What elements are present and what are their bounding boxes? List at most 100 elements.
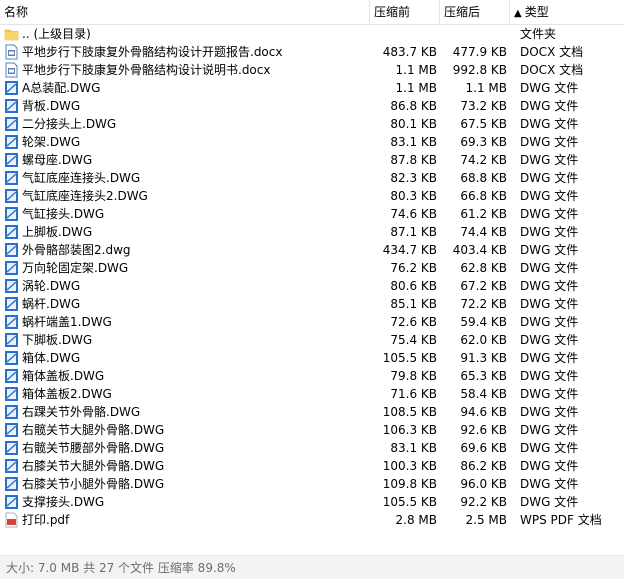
file-row[interactable]: 二分接头上.DWG 80.1 KB 67.5 KB DWG 文件 xyxy=(0,115,624,133)
file-type: DOCX 文档 xyxy=(520,63,584,77)
file-size: 74.6 KB xyxy=(390,207,437,221)
status-bar: 大小: 7.0 MB 共 27 个文件 压缩率 89.8% xyxy=(0,555,624,579)
column-header-compressed-label: 压缩后 xyxy=(444,5,481,19)
dwg-file-icon xyxy=(4,332,19,348)
file-row[interactable]: 气缸底座连接头2.DWG 80.3 KB 66.8 KB DWG 文件 xyxy=(0,187,624,205)
file-row[interactable]: 螺母座.DWG 87.8 KB 74.2 KB DWG 文件 xyxy=(0,151,624,169)
file-type: DWG 文件 xyxy=(520,117,579,131)
file-name: 背板.DWG xyxy=(22,99,81,113)
file-row[interactable]: 气缸接头.DWG 74.6 KB 61.2 KB DWG 文件 xyxy=(0,205,624,223)
file-name: 打印.pdf xyxy=(22,513,70,527)
file-compressed-size: 67.5 KB xyxy=(460,117,507,131)
file-type: DWG 文件 xyxy=(520,315,579,329)
file-type: DWG 文件 xyxy=(520,477,579,491)
dwg-file-icon xyxy=(4,314,19,330)
file-size: 87.8 KB xyxy=(390,153,437,167)
file-row[interactable]: 轮架.DWG 83.1 KB 69.3 KB DWG 文件 xyxy=(0,133,624,151)
file-row[interactable]: 箱体盖板2.DWG 71.6 KB 58.4 KB DWG 文件 xyxy=(0,385,624,403)
file-name: 右髋关节大腿外骨骼.DWG xyxy=(22,423,165,437)
file-size: 105.5 KB xyxy=(382,351,437,365)
file-row[interactable]: 背板.DWG 86.8 KB 73.2 KB DWG 文件 xyxy=(0,97,624,115)
file-size: 72.6 KB xyxy=(390,315,437,329)
dwg-file-icon xyxy=(4,206,19,222)
file-compressed-size: 59.4 KB xyxy=(460,315,507,329)
file-name: 上脚板.DWG xyxy=(22,225,93,239)
column-header-type[interactable]: ▲ 类型 xyxy=(510,0,624,24)
file-row[interactable]: 外骨骼部装图2.dwg 434.7 KB 403.4 KB DWG 文件 xyxy=(0,241,624,259)
dwg-file-icon xyxy=(4,80,19,96)
file-row[interactable]: 蜗杆.DWG 85.1 KB 72.2 KB DWG 文件 xyxy=(0,295,624,313)
file-compressed-size: 69.3 KB xyxy=(460,135,507,149)
file-row[interactable]: .. (上级目录) 文件夹 xyxy=(0,25,624,43)
column-header-compressed[interactable]: 压缩后 xyxy=(440,0,510,24)
file-name: 下脚板.DWG xyxy=(22,333,93,347)
file-compressed-size: 86.2 KB xyxy=(460,459,507,473)
file-name: 右膝关节大腿外骨骼.DWG xyxy=(22,459,165,473)
dwg-file-icon xyxy=(4,260,19,276)
column-header-size[interactable]: 压缩前 xyxy=(370,0,440,24)
file-type: DWG 文件 xyxy=(520,189,579,203)
file-row[interactable]: 右髋关节腰部外骨骼.DWG 83.1 KB 69.6 KB DWG 文件 xyxy=(0,439,624,457)
file-name: 箱体.DWG xyxy=(22,351,81,365)
dwg-file-icon xyxy=(4,440,19,456)
file-compressed-size: 67.2 KB xyxy=(460,279,507,293)
file-row[interactable]: 打印.pdf 2.8 MB 2.5 MB WPS PDF 文档 xyxy=(0,511,624,529)
file-row[interactable]: 平地步行下肢康复外骨骼结构设计说明书.docx 1.1 MB 992.8 KB DOC… xyxy=(0,61,624,79)
column-header-type-label: 类型 xyxy=(524,5,549,19)
dwg-file-icon xyxy=(4,404,19,420)
file-name: 涡轮.DWG xyxy=(22,279,81,293)
file-row[interactable]: 右髋关节大腿外骨骼.DWG 106.3 KB 92.6 KB DWG 文件 xyxy=(0,421,624,439)
dwg-file-icon xyxy=(4,368,19,384)
file-type: DOCX 文档 xyxy=(520,45,584,59)
file-compressed-size: 68.8 KB xyxy=(460,171,507,185)
file-compressed-size: 477.9 KB xyxy=(452,45,507,59)
file-compressed-size: 74.2 KB xyxy=(460,153,507,167)
file-row[interactable]: 万向轮固定架.DWG 76.2 KB 62.8 KB DWG 文件 xyxy=(0,259,624,277)
column-header-name-label: 名称 xyxy=(4,5,29,19)
file-name: 平地步行下肢康复外骨骼结构设计说明书.docx xyxy=(22,63,271,77)
column-header-size-label: 压缩前 xyxy=(374,5,411,19)
file-size: 80.1 KB xyxy=(390,117,437,131)
file-compressed-size: 72.2 KB xyxy=(460,297,507,311)
file-name: 万向轮固定架.DWG xyxy=(22,261,129,275)
file-compressed-size: 65.3 KB xyxy=(460,369,507,383)
file-row[interactable]: 右膝关节小腿外骨骼.DWG 109.8 KB 96.0 KB DWG 文件 xyxy=(0,475,624,493)
file-name: 箱体盖板.DWG xyxy=(22,369,105,383)
file-size: 83.1 KB xyxy=(390,135,437,149)
file-size: 434.7 KB xyxy=(382,243,437,257)
file-name: 右膝关节小腿外骨骼.DWG xyxy=(22,477,165,491)
file-name: 右髋关节腰部外骨骼.DWG xyxy=(22,441,165,455)
docx-file-icon xyxy=(4,44,19,60)
dwg-file-icon xyxy=(4,188,19,204)
file-type: DWG 文件 xyxy=(520,351,579,365)
column-header-name[interactable]: 名称 xyxy=(0,0,370,24)
file-name: 蜗杆.DWG xyxy=(22,297,81,311)
file-row[interactable]: 支撑接头.DWG 105.5 KB 92.2 KB DWG 文件 xyxy=(0,493,624,511)
file-size: 1.1 MB xyxy=(395,81,437,95)
file-row[interactable]: 平地步行下肢康复外骨骼结构设计开题报告.docx 483.7 KB 477.9 KB… xyxy=(0,43,624,61)
file-type: DWG 文件 xyxy=(520,441,579,455)
file-row[interactable]: 下脚板.DWG 75.4 KB 62.0 KB DWG 文件 xyxy=(0,331,624,349)
file-row[interactable]: A总装配.DWG 1.1 MB 1.1 MB DWG 文件 xyxy=(0,79,624,97)
file-row[interactable]: 蜗杆端盖1.DWG 72.6 KB 59.4 KB DWG 文件 xyxy=(0,313,624,331)
file-row[interactable]: 右膝关节大腿外骨骼.DWG 100.3 KB 86.2 KB DWG 文件 xyxy=(0,457,624,475)
sort-ascending-icon: ▲ xyxy=(514,8,522,19)
file-row[interactable]: 右踝关节外骨骼.DWG 108.5 KB 94.6 KB DWG 文件 xyxy=(0,403,624,421)
file-type: WPS PDF 文档 xyxy=(520,513,602,527)
file-compressed-size: 61.2 KB xyxy=(460,207,507,221)
file-size: 87.1 KB xyxy=(390,225,437,239)
file-row[interactable]: 箱体盖板.DWG 79.8 KB 65.3 KB DWG 文件 xyxy=(0,367,624,385)
file-row[interactable]: 涡轮.DWG 80.6 KB 67.2 KB DWG 文件 xyxy=(0,277,624,295)
file-size: 105.5 KB xyxy=(382,495,437,509)
file-type: DWG 文件 xyxy=(520,243,579,257)
file-row[interactable]: 箱体.DWG 105.5 KB 91.3 KB DWG 文件 xyxy=(0,349,624,367)
file-row[interactable]: 上脚板.DWG 87.1 KB 74.4 KB DWG 文件 xyxy=(0,223,624,241)
file-type: DWG 文件 xyxy=(520,405,579,419)
file-type: DWG 文件 xyxy=(520,297,579,311)
file-row[interactable]: 气缸底座连接头.DWG 82.3 KB 68.8 KB DWG 文件 xyxy=(0,169,624,187)
file-type: DWG 文件 xyxy=(520,387,579,401)
file-name: 气缸底座连接头.DWG xyxy=(22,171,141,185)
file-type: DWG 文件 xyxy=(520,495,579,509)
file-compressed-size: 69.6 KB xyxy=(460,441,507,455)
file-name: 外骨骼部装图2.dwg xyxy=(22,243,131,257)
